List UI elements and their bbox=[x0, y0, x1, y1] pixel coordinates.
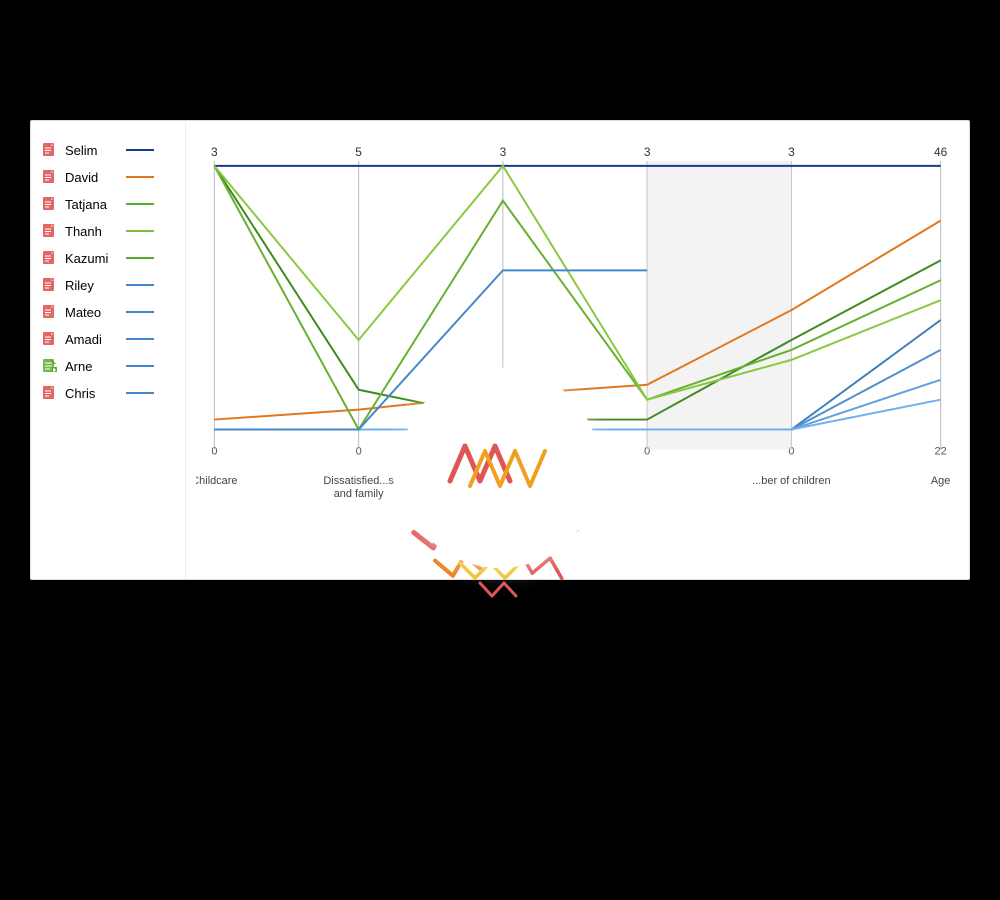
main-container: Selim David Tatjana Thanh Kazumi Riley Mateo Am… bbox=[0, 0, 1000, 900]
legend-item: Kazumi bbox=[41, 249, 175, 267]
legend-name: David bbox=[65, 170, 120, 185]
legend-item: Tatjana bbox=[41, 195, 175, 213]
legend-item: Amadi bbox=[41, 330, 175, 348]
legend-name: Chris bbox=[65, 386, 120, 401]
logo-inner bbox=[440, 426, 560, 511]
legend-name: Amadi bbox=[65, 332, 120, 347]
legend-name: Arne bbox=[65, 359, 120, 374]
svg-text:3: 3 bbox=[644, 145, 651, 159]
legend-name: Mateo bbox=[65, 305, 120, 320]
legend-line bbox=[126, 392, 154, 395]
file-icon bbox=[41, 141, 59, 159]
file-icon bbox=[41, 303, 59, 321]
svg-text:Childcare: Childcare bbox=[196, 475, 237, 487]
legend-item: Mateo bbox=[41, 303, 175, 321]
legend-item: Riley bbox=[41, 276, 175, 294]
legend-line bbox=[126, 338, 154, 341]
legend-line bbox=[126, 311, 154, 314]
legend-line bbox=[126, 203, 154, 206]
file-icon bbox=[41, 330, 59, 348]
legend-line bbox=[126, 284, 154, 287]
file-icon bbox=[41, 249, 59, 267]
svg-text:3: 3 bbox=[211, 145, 218, 159]
legend-line bbox=[126, 365, 154, 368]
file-icon bbox=[41, 195, 59, 213]
legend-line bbox=[126, 149, 154, 152]
svg-text:Age: Age bbox=[931, 475, 950, 487]
svg-text:3: 3 bbox=[500, 145, 507, 159]
legend-line bbox=[126, 230, 154, 233]
legend-name: Thanh bbox=[65, 224, 120, 239]
legend-item: Arne bbox=[41, 357, 175, 375]
legend-name: Tatjana bbox=[65, 197, 120, 212]
file-icon bbox=[41, 168, 59, 186]
svg-text:5: 5 bbox=[355, 145, 362, 159]
legend-name: Riley bbox=[65, 278, 120, 293]
file-icon bbox=[41, 384, 59, 402]
legend-item: Chris bbox=[41, 384, 175, 402]
legend-name: Kazumi bbox=[65, 251, 120, 266]
file-icon bbox=[41, 276, 59, 294]
svg-text:3: 3 bbox=[788, 145, 795, 159]
logo-circle bbox=[400, 368, 600, 568]
legend-item: Selim bbox=[41, 141, 175, 159]
svg-text:46: 46 bbox=[934, 145, 948, 159]
logo-svg bbox=[440, 426, 560, 506]
file-icon bbox=[41, 222, 59, 240]
legend-line bbox=[126, 176, 154, 179]
edit-icon bbox=[41, 357, 59, 375]
svg-text:...ber of children: ...ber of children bbox=[752, 475, 830, 487]
legend-line bbox=[126, 257, 154, 260]
legend: Selim David Tatjana Thanh Kazumi Riley Mateo Am… bbox=[31, 121, 186, 579]
legend-name: Selim bbox=[65, 143, 120, 158]
legend-item: Thanh bbox=[41, 222, 175, 240]
legend-item: David bbox=[41, 168, 175, 186]
